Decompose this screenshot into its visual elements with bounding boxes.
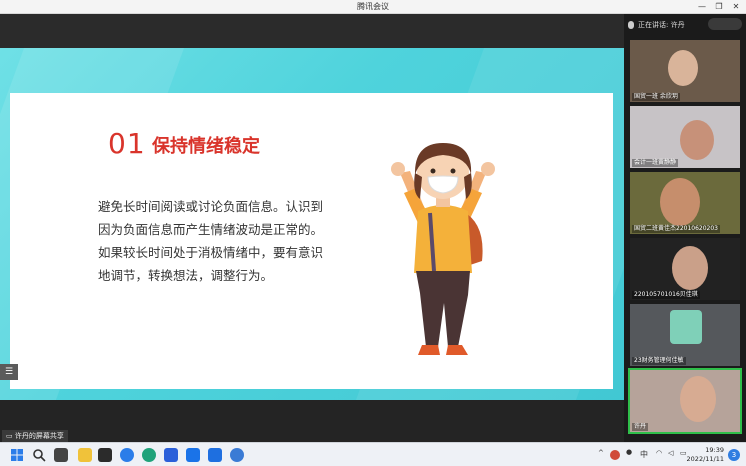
participant-tile[interactable]: 220105701016贝佳琪 — [630, 238, 740, 300]
app-icon[interactable] — [186, 448, 200, 462]
participant-name: 许丹 — [632, 423, 649, 431]
speaking-indicator: 正在讲话: 许丹 — [628, 18, 685, 32]
slide-number: 01 — [108, 127, 146, 160]
panel-view-toggle[interactable] — [708, 18, 742, 30]
meeting-toolbar-strip — [0, 14, 624, 48]
notification-badge[interactable]: 3 — [728, 449, 740, 461]
search-icon[interactable] — [32, 448, 46, 462]
participant-name: 23财务管理何佳敏 — [632, 357, 686, 365]
app-icon[interactable] — [164, 448, 178, 462]
task-view-icon[interactable] — [54, 448, 68, 462]
slide-body-text: 避免长时间阅读或讨论负面信息。认识到因为负面信息而产生情绪波动是正常的。如果较长… — [98, 199, 324, 283]
participant-video — [680, 120, 714, 160]
tencent-meeting-icon[interactable] — [208, 448, 222, 462]
ime-indicator[interactable]: 中 — [640, 449, 648, 460]
screen-share-label: ▭ 许丹的屏幕共享 — [2, 430, 68, 442]
shared-screen: 01 保持情绪稳定 避免长时间阅读或讨论负面信息。认识到因为负面信息而产生情绪波… — [0, 48, 624, 400]
meeting-bottom-bar: ▭ 许丹的屏幕共享 — [0, 400, 624, 442]
maximize-icon[interactable]: ❐ — [711, 0, 727, 14]
chevron-up-icon[interactable]: ^ — [598, 449, 604, 457]
participant-name: 220105701016贝佳琪 — [632, 291, 700, 299]
participant-tile[interactable]: 会计一班黄静静 — [630, 106, 740, 168]
clock-date: 2022/11/11 — [686, 455, 724, 463]
window-title: 腾讯会议 — [357, 2, 389, 11]
presentation-slide: 01 保持情绪稳定 避免长时间阅读或讨论负面信息。认识到因为负面信息而产生情绪波… — [10, 93, 613, 389]
participant-name: 国贸一班 余欣玥 — [632, 93, 680, 101]
file-explorer-icon[interactable] — [78, 448, 92, 462]
participant-video — [680, 376, 716, 422]
participant-tile-active-speaker[interactable]: 许丹 — [628, 368, 742, 434]
participant-video — [660, 178, 700, 226]
girl-with-mask-illustration — [391, 143, 495, 355]
close-icon[interactable]: ✕ — [728, 0, 744, 14]
edge-browser-icon[interactable] — [142, 448, 156, 462]
minimize-icon[interactable]: — — [694, 0, 710, 14]
participant-tile[interactable]: 23财务管理何佳敏 — [630, 304, 740, 366]
wechat-tray-icon[interactable]: ● — [626, 448, 632, 456]
participant-panel: 正在讲话: 许丹 国贸一班 余欣玥 会计一班黄静静 国贸二班黄佳杰2201062… — [624, 14, 746, 442]
wifi-icon[interactable]: ◠ — [656, 449, 662, 457]
slide-menu-tab[interactable]: ☰ — [0, 364, 18, 380]
tray-app-icon[interactable] — [610, 450, 620, 460]
volume-icon[interactable]: ◁ — [668, 449, 673, 457]
slide-heading: 保持情绪稳定 — [152, 136, 260, 157]
participant-name: 会计一班黄静静 — [632, 159, 679, 167]
share-screen-icon: ▭ — [6, 432, 15, 440]
app-icon[interactable] — [98, 448, 112, 462]
participant-tile[interactable]: 国贸二班黄佳杰22010620203 — [630, 172, 740, 234]
participant-video — [670, 310, 702, 344]
system-clock[interactable]: 19:39 2022/11/11 — [687, 446, 724, 464]
windows-start-icon[interactable] — [10, 448, 24, 462]
participant-name: 国贸二班黄佳杰22010620203 — [632, 225, 720, 233]
clock-time: 19:39 — [705, 446, 724, 454]
windows-taskbar: ^ ● 中 ◠ ◁ ▭ 19:39 2022/11/11 3 — [0, 442, 746, 466]
app-icon[interactable] — [230, 448, 244, 462]
participant-video — [668, 50, 698, 86]
participant-tile[interactable]: 国贸一班 余欣玥 — [630, 40, 740, 102]
window-titlebar: 腾讯会议 — ❐ ✕ — [0, 0, 746, 14]
participant-video — [672, 246, 708, 290]
app-icon[interactable] — [120, 448, 134, 462]
mic-icon — [628, 21, 634, 29]
